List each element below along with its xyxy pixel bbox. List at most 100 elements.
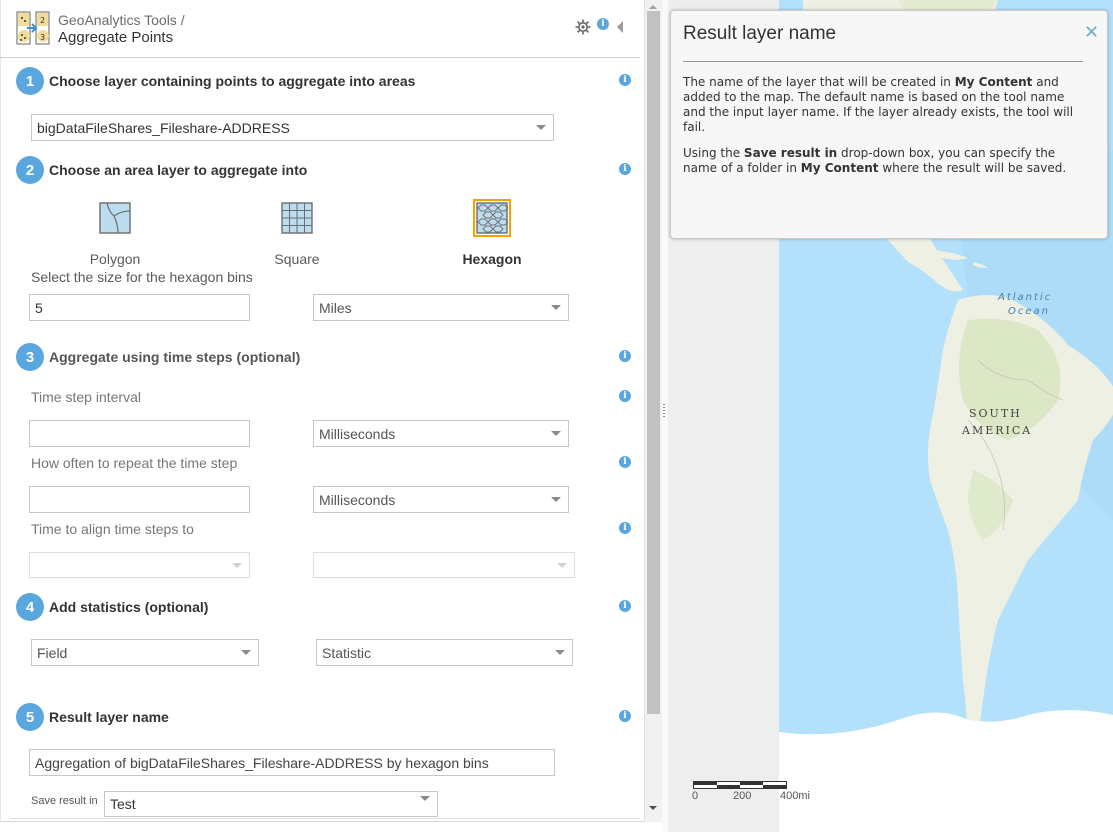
select-value: Milliseconds xyxy=(319,491,396,508)
scale-segment xyxy=(763,785,787,788)
breadcrumb[interactable]: GeoAnalytics Tools / xyxy=(58,12,185,28)
chevron-down-icon xyxy=(555,650,565,655)
map-label-south: SOUTH xyxy=(969,407,1022,420)
scale-bar xyxy=(693,781,787,789)
select-value: Miles xyxy=(319,299,352,316)
step-number: 2 xyxy=(16,156,44,184)
info-icon[interactable]: i xyxy=(619,522,631,534)
map-label-ocean: Ocean xyxy=(1008,306,1050,317)
scale-segment xyxy=(717,785,740,788)
input-value: 5 xyxy=(35,299,43,316)
time-interval-input[interactable] xyxy=(29,420,250,447)
align-time-select[interactable] xyxy=(313,552,575,578)
tool-panel: 2 3 GeoAnalytics Tools / Aggregate Point… xyxy=(0,0,645,822)
input-value: Aggregation of bigDataFileShares_Filesha… xyxy=(35,754,489,771)
select-value: Milliseconds xyxy=(319,425,396,442)
svg-text:3: 3 xyxy=(40,33,45,42)
chevron-down-icon xyxy=(420,796,430,801)
info-icon[interactable]: i xyxy=(619,600,631,612)
square-grid-icon xyxy=(281,202,313,234)
gear-icon[interactable] xyxy=(574,18,592,36)
chevron-down-icon xyxy=(232,562,242,568)
step-number: 3 xyxy=(16,343,44,371)
step-label: Aggregate using time steps (optional) xyxy=(49,349,301,365)
close-icon[interactable]: ✕ xyxy=(1084,22,1099,43)
bin-size-label: Select the size for the hexagon bins xyxy=(31,269,253,285)
repeat-interval-input[interactable] xyxy=(29,486,250,513)
result-layer-name-input[interactable]: Aggregation of bigDataFileShares_Filesha… xyxy=(29,749,555,776)
scroll-down-arrow-icon[interactable] xyxy=(649,806,657,810)
select-value: bigDataFileShares_Fileshare-ADDRESS xyxy=(37,119,290,136)
step-label: Result layer name xyxy=(49,709,169,725)
info-icon[interactable]: i xyxy=(619,163,631,175)
scroll-up-arrow-icon[interactable] xyxy=(649,5,657,9)
step-number: 4 xyxy=(16,593,44,621)
panel-edge xyxy=(0,0,10,821)
step-number: 5 xyxy=(16,703,44,731)
page-title: Aggregate Points xyxy=(58,29,174,46)
area-option-label: Hexagon xyxy=(462,251,522,267)
map-label-atlantic: Atlantic xyxy=(998,292,1053,303)
step-5-heading: 5 Result layer name xyxy=(16,703,169,731)
bin-size-input[interactable]: 5 xyxy=(29,294,250,321)
scale-label-end: 400mi xyxy=(780,790,810,802)
info-icon[interactable]: i xyxy=(619,456,631,468)
input-layer-select[interactable]: bigDataFileShares_Fileshare-ADDRESS xyxy=(31,114,554,141)
step-3-heading: 3 Aggregate using time steps (optional) xyxy=(16,343,300,371)
area-option-label: Polygon xyxy=(89,251,141,267)
save-folder-select[interactable]: Test xyxy=(104,791,438,817)
step-label: Choose an area layer to aggregate into xyxy=(49,162,308,178)
scale-label-mid: 200 xyxy=(733,790,752,802)
step-2-heading: 2 Choose an area layer to aggregate into xyxy=(16,156,307,184)
step-label: Choose layer containing points to aggreg… xyxy=(49,73,416,89)
scale-segment xyxy=(740,782,763,785)
step-label: Add statistics (optional) xyxy=(49,599,209,615)
polygon-icon xyxy=(99,202,131,234)
help-popup: Result layer name ✕ The name of the laye… xyxy=(670,10,1108,239)
chevron-down-icon xyxy=(536,125,546,130)
info-icon[interactable]: i xyxy=(619,390,631,402)
divider xyxy=(10,818,640,819)
help-title: Result layer name xyxy=(683,23,837,44)
chevron-down-icon xyxy=(551,497,561,502)
statistics-field-select[interactable]: Field xyxy=(31,639,259,666)
svg-text:2: 2 xyxy=(40,16,45,25)
bin-units-select[interactable]: Miles xyxy=(313,294,569,321)
panel-scrollbar[interactable] xyxy=(645,0,662,822)
chevron-down-icon xyxy=(551,431,561,436)
repeat-label: How often to repeat the time step xyxy=(31,455,238,471)
save-result-label: Save result in xyxy=(31,795,98,807)
align-date-select[interactable] xyxy=(29,552,250,578)
collapse-arrow-icon[interactable] xyxy=(617,21,623,33)
select-value: Test xyxy=(110,796,136,812)
info-icon[interactable]: i xyxy=(597,18,609,30)
info-icon[interactable]: i xyxy=(619,74,631,86)
step-number: 1 xyxy=(16,67,44,95)
step-4-heading: 4 Add statistics (optional) xyxy=(16,593,208,621)
hexagon-grid-icon xyxy=(476,202,508,234)
chevron-down-icon xyxy=(241,650,251,655)
help-paragraph: The name of the layer that will be creat… xyxy=(683,75,1074,134)
align-label: Time to align time steps to xyxy=(31,521,194,537)
panel-header: 2 3 GeoAnalytics Tools / Aggregate Point… xyxy=(0,0,640,58)
statistic-type-select[interactable]: Statistic xyxy=(316,639,573,666)
select-value: Field xyxy=(37,644,68,661)
area-option-square[interactable]: Square xyxy=(237,202,357,267)
scale-segment xyxy=(694,782,717,785)
area-option-label: Square xyxy=(274,251,320,267)
area-option-hexagon[interactable]: Hexagon xyxy=(432,199,552,267)
chevron-down-icon xyxy=(551,305,561,310)
help-body: The name of the layer that will be creat… xyxy=(683,75,1083,187)
scrollbar-thumb[interactable] xyxy=(647,11,660,714)
area-option-polygon[interactable]: Polygon xyxy=(55,202,175,267)
interval-units-select[interactable]: Milliseconds xyxy=(313,420,569,447)
chevron-down-icon xyxy=(557,562,567,568)
drag-handle-icon[interactable] xyxy=(663,404,665,418)
divider xyxy=(683,61,1083,62)
info-icon[interactable]: i xyxy=(619,350,631,362)
scale-label-zero: 0 xyxy=(692,790,699,802)
select-value: Statistic xyxy=(322,644,372,661)
repeat-units-select[interactable]: Milliseconds xyxy=(313,486,569,513)
info-icon[interactable]: i xyxy=(619,710,631,722)
interval-label: Time step interval xyxy=(31,389,141,405)
